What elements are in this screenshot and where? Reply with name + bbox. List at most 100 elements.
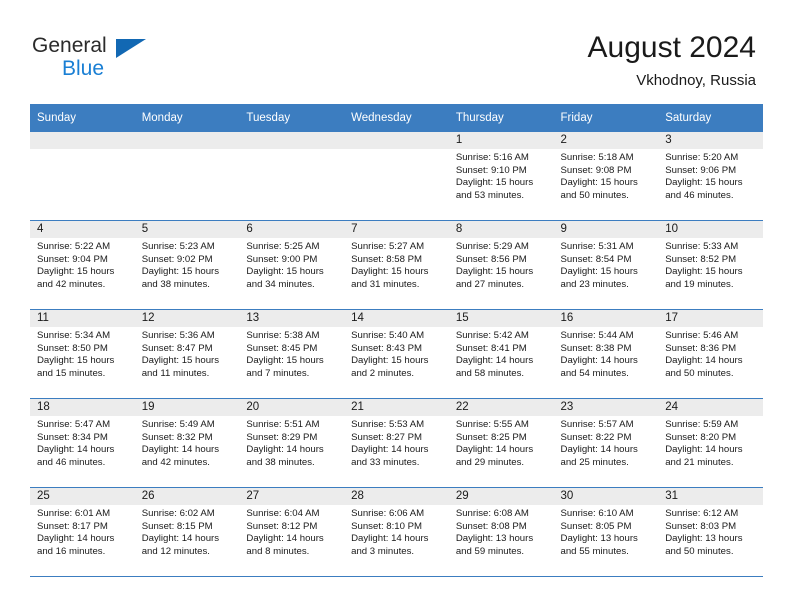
calendar-day-cell[interactable]: 8 Sunrise: 5:29 AM Sunset: 8:56 PM Daylight… — [448, 220, 554, 310]
calendar-day-cell[interactable]: 13 Sunrise: 5:38 AM Sunset: 8:45 PM Dayligh… — [239, 309, 345, 399]
page-title: August 2024 — [587, 31, 756, 64]
day-number — [30, 132, 135, 149]
calendar-day-cell-empty — [134, 132, 240, 221]
calendar-day-cell[interactable]: 25 Sunrise: 6:01 AM Sunset: 8:17 PM Dayligh… — [30, 487, 135, 577]
sunrise-text: Sunrise: 5:25 AM — [246, 241, 320, 252]
calendar-day-cell[interactable]: 2 Sunrise: 5:18 AM Sunset: 9:08 PM Daylight… — [553, 132, 659, 221]
daylight-text-line1: Daylight: 14 hours — [37, 444, 115, 456]
calendar-header-row: Sunday Monday Tuesday Wednesday Thursday… — [30, 104, 763, 132]
calendar-day-cell[interactable]: 23 Sunrise: 5:57 AM Sunset: 8:22 PM Dayligh… — [553, 398, 659, 488]
calendar-day-cell[interactable]: 18 Sunrise: 5:47 AM Sunset: 8:34 PM Dayligh… — [30, 398, 135, 488]
day-cell-details: Sunrise: 5:18 AM Sunset: 9:08 PM Daylight:… — [554, 149, 659, 202]
page-subtitle: Vkhodnoy, Russia — [636, 72, 756, 89]
daylight-text-line2: and 11 minutes. — [141, 367, 210, 379]
calendar-day-cell[interactable]: 19 Sunrise: 5:49 AM Sunset: 8:32 PM Dayligh… — [134, 398, 240, 488]
day-cell-details: Sunrise: 6:01 AM Sunset: 8:17 PM Daylight:… — [30, 505, 135, 558]
day-cell-inner: 16 Sunrise: 5:44 AM Sunset: 8:38 PM Dayligh… — [553, 310, 659, 398]
calendar-day-cell[interactable]: 22 Sunrise: 5:55 AM Sunset: 8:25 PM Dayligh… — [448, 398, 554, 488]
day-cell-details: Sunrise: 5:38 AM Sunset: 8:45 PM Daylight:… — [239, 327, 344, 380]
calendar-day-cell[interactable]: 28 Sunrise: 6:06 AM Sunset: 8:10 PM Dayligh… — [344, 487, 449, 577]
sunrise-text: Sunrise: 5:23 AM — [141, 241, 215, 252]
calendar-day-cell[interactable]: 27 Sunrise: 6:04 AM Sunset: 8:12 PM Dayligh… — [239, 487, 345, 577]
day-cell-details: Sunrise: 5:51 AM Sunset: 8:29 PM Daylight:… — [239, 416, 344, 469]
day-number: 31 — [658, 488, 763, 505]
day-cell-inner: 21 Sunrise: 5:53 AM Sunset: 8:27 PM Dayligh… — [344, 399, 449, 487]
sunset-text: Sunset: 8:36 PM — [665, 342, 737, 354]
daylight-text-line2: and 55 minutes. — [560, 545, 629, 557]
logo-text-blue: Blue — [62, 57, 105, 80]
sunrise-text: Sunrise: 5:59 AM — [665, 419, 739, 430]
day-number: 26 — [134, 488, 240, 505]
day-cell-details: Sunrise: 6:12 AM Sunset: 8:03 PM Daylight:… — [658, 505, 763, 558]
day-cell-inner: 11 Sunrise: 5:34 AM Sunset: 8:50 PM Dayligh… — [30, 310, 135, 398]
day-cell-inner: 6 Sunrise: 5:25 AM Sunset: 9:00 PM Daylight… — [239, 221, 345, 309]
daylight-text-line1: Daylight: 14 hours — [665, 355, 743, 367]
calendar-day-cell[interactable]: 5 Sunrise: 5:23 AM Sunset: 9:02 PM Daylight… — [134, 220, 240, 310]
day-cell-inner: 2 Sunrise: 5:18 AM Sunset: 9:08 PM Daylight… — [553, 132, 659, 220]
calendar-day-cell[interactable]: 15 Sunrise: 5:42 AM Sunset: 8:41 PM Dayligh… — [448, 309, 554, 399]
calendar-day-cell[interactable]: 4 Sunrise: 5:22 AM Sunset: 9:04 PM Daylight… — [30, 220, 135, 310]
calendar-day-cell[interactable]: 26 Sunrise: 6:02 AM Sunset: 8:15 PM Dayligh… — [134, 487, 240, 577]
day-cell-inner: 22 Sunrise: 5:55 AM Sunset: 8:25 PM Dayligh… — [448, 399, 554, 487]
calendar-week-row: 25 Sunrise: 6:01 AM Sunset: 8:17 PM Dayligh… — [30, 487, 763, 577]
daylight-text-line1: Daylight: 14 hours — [351, 533, 429, 545]
day-cell-inner: 19 Sunrise: 5:49 AM Sunset: 8:32 PM Dayligh… — [134, 399, 240, 487]
calendar-day-cell[interactable]: 3 Sunrise: 5:20 AM Sunset: 9:06 PM Daylight… — [658, 132, 763, 221]
calendar-day-cell[interactable]: 31 Sunrise: 6:12 AM Sunset: 8:03 PM Dayligh… — [658, 487, 763, 577]
calendar-day-cell[interactable]: 10 Sunrise: 5:33 AM Sunset: 8:52 PM Dayligh… — [658, 220, 763, 310]
day-number: 9 — [553, 221, 659, 238]
calendar-day-cell[interactable]: 20 Sunrise: 5:51 AM Sunset: 8:29 PM Dayligh… — [239, 398, 345, 488]
calendar-day-cell[interactable]: 17 Sunrise: 5:46 AM Sunset: 8:36 PM Dayligh… — [658, 309, 763, 399]
sunset-text: Sunset: 8:56 PM — [455, 253, 527, 265]
calendar-day-cell[interactable]: 7 Sunrise: 5:27 AM Sunset: 8:58 PM Daylight… — [344, 220, 449, 310]
daylight-text-line2: and 34 minutes. — [246, 278, 315, 290]
sunrise-text: Sunrise: 5:57 AM — [560, 419, 634, 430]
daylight-text-line2: and 38 minutes. — [246, 456, 315, 468]
weekday-header-thursday: Thursday — [448, 104, 554, 132]
day-cell-inner: 18 Sunrise: 5:47 AM Sunset: 8:34 PM Dayligh… — [30, 399, 135, 487]
calendar-day-cell[interactable]: 1 Sunrise: 5:16 AM Sunset: 9:10 PM Daylight… — [448, 132, 554, 221]
calendar-day-cell[interactable]: 29 Sunrise: 6:08 AM Sunset: 8:08 PM Dayligh… — [448, 487, 554, 577]
day-cell-details — [239, 149, 344, 152]
sunrise-text: Sunrise: 5:34 AM — [37, 330, 111, 341]
day-number — [239, 132, 345, 149]
day-number: 22 — [448, 399, 554, 416]
calendar-day-cell[interactable]: 24 Sunrise: 5:59 AM Sunset: 8:20 PM Dayligh… — [658, 398, 763, 488]
calendar-day-cell[interactable]: 30 Sunrise: 6:10 AM Sunset: 8:05 PM Dayligh… — [553, 487, 659, 577]
day-cell-inner: 5 Sunrise: 5:23 AM Sunset: 9:02 PM Daylight… — [134, 221, 240, 309]
daylight-text-line1: Daylight: 15 hours — [455, 266, 534, 278]
day-number: 7 — [344, 221, 449, 238]
sunrise-text: Sunrise: 5:22 AM — [37, 241, 111, 252]
calendar-week-row: 18 Sunrise: 5:47 AM Sunset: 8:34 PM Dayligh… — [30, 398, 763, 488]
day-cell-details: Sunrise: 5:16 AM Sunset: 9:10 PM Daylight:… — [449, 149, 554, 202]
calendar-day-cell[interactable]: 6 Sunrise: 5:25 AM Sunset: 9:00 PM Daylight… — [239, 220, 345, 310]
calendar-day-cell[interactable]: 11 Sunrise: 5:34 AM Sunset: 8:50 PM Dayligh… — [30, 309, 135, 399]
day-cell-details: Sunrise: 6:10 AM Sunset: 8:05 PM Daylight:… — [554, 505, 659, 558]
daylight-text-line1: Daylight: 15 hours — [351, 355, 429, 367]
logo-text-general: General — [32, 34, 107, 57]
daylight-text-line2: and 15 minutes. — [37, 367, 106, 379]
daylight-text-line2: and 23 minutes. — [560, 278, 629, 290]
day-cell-details: Sunrise: 5:25 AM Sunset: 9:00 PM Daylight:… — [239, 238, 344, 291]
calendar-day-cell[interactable]: 16 Sunrise: 5:44 AM Sunset: 8:38 PM Dayligh… — [553, 309, 659, 399]
sunrise-text: Sunrise: 5:27 AM — [351, 241, 425, 252]
calendar-week-row: 11 Sunrise: 5:34 AM Sunset: 8:50 PM Dayligh… — [30, 309, 763, 399]
day-cell-details: Sunrise: 5:47 AM Sunset: 8:34 PM Daylight:… — [30, 416, 135, 469]
general-blue-logo: General Blue — [32, 34, 192, 86]
daylight-text-line2: and 50 minutes. — [665, 367, 734, 379]
day-cell-inner: 23 Sunrise: 5:57 AM Sunset: 8:22 PM Dayligh… — [553, 399, 659, 487]
day-number: 16 — [553, 310, 659, 327]
calendar-day-cell[interactable]: 21 Sunrise: 5:53 AM Sunset: 8:27 PM Dayligh… — [344, 398, 449, 488]
sunset-text: Sunset: 9:04 PM — [37, 253, 108, 265]
calendar-day-cell[interactable]: 9 Sunrise: 5:31 AM Sunset: 8:54 PM Daylight… — [553, 220, 659, 310]
calendar-day-cell-empty — [239, 132, 345, 221]
calendar-day-cell[interactable]: 12 Sunrise: 5:36 AM Sunset: 8:47 PM Dayligh… — [134, 309, 240, 399]
day-number: 4 — [30, 221, 135, 238]
daylight-text-line1: Daylight: 13 hours — [665, 533, 743, 545]
calendar-day-cell-empty — [344, 132, 449, 221]
sunset-text: Sunset: 8:43 PM — [351, 342, 423, 354]
day-cell-details: Sunrise: 5:29 AM Sunset: 8:56 PM Daylight:… — [449, 238, 554, 291]
calendar-day-cell[interactable]: 14 Sunrise: 5:40 AM Sunset: 8:43 PM Dayligh… — [344, 309, 449, 399]
day-cell-details: Sunrise: 5:27 AM Sunset: 8:58 PM Daylight:… — [344, 238, 449, 291]
calendar-day-cell-empty — [30, 132, 135, 221]
